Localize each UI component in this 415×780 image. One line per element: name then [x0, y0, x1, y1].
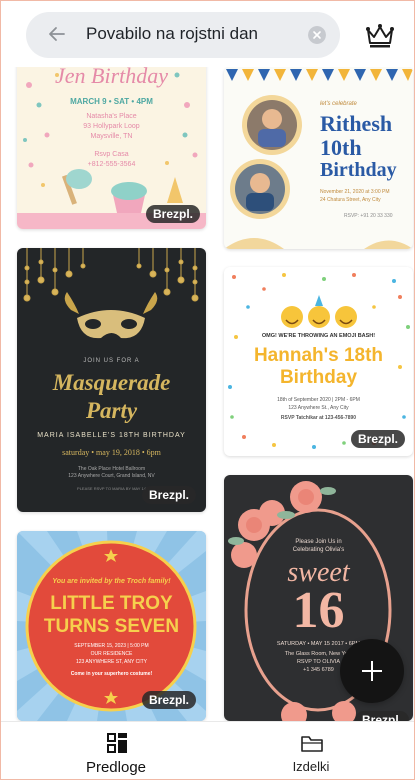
sweets-illustration	[17, 72, 206, 229]
card-kicker: Celebrating Olivia's	[292, 547, 345, 553]
card-date: SEPTEMBER 15, 2023 | 5:00 PM	[74, 643, 149, 649]
card-note: Come in your superhero costume!	[70, 671, 153, 677]
card-place: OUR RESIDENCE	[90, 651, 133, 657]
card-kicker: You are invited by the Troch family!	[52, 578, 171, 585]
card-sub: MARIA ISABELLE'S 18TH BIRTHDAY	[37, 432, 186, 439]
template-card-4[interactable]: OMG! WE'RE THROWING AN EMOJI BASH! Hanna…	[224, 267, 413, 456]
card-rsvp: RSVP Tatchikar at 123-456-7890	[280, 415, 357, 421]
search-header: Povabilo na rojstni dan	[1, 1, 414, 67]
card-place: 123 ANYWHERE ST, ANY CITY	[75, 659, 148, 665]
bottom-nav: Predloge Izdelki	[1, 721, 414, 779]
card-title: Masquerade	[52, 370, 171, 395]
plus-icon	[371, 661, 373, 681]
card-place: The Oak Place Hotel Ballroom	[77, 466, 146, 472]
free-badge: Brezpl.	[350, 430, 405, 448]
crown-icon[interactable]	[365, 23, 395, 49]
back-arrow-icon[interactable]	[46, 23, 68, 45]
add-design-button[interactable]	[340, 639, 404, 703]
free-badge: Brezpl.	[141, 691, 196, 709]
folder-icon	[301, 736, 323, 752]
card-title: Party	[85, 398, 138, 423]
templates-grid-icon	[107, 733, 127, 753]
template-card-1[interactable]: Jen Birthday MARCH 9 • SAT • 4PM Natasha…	[17, 45, 206, 229]
card-number: 16	[292, 582, 345, 639]
nav-templates-label: Predloge	[85, 759, 147, 776]
template-card-3[interactable]: JOIN US FOR A Masquerade Party MARIA ISA…	[17, 248, 206, 512]
free-badge: Brezpl.	[354, 711, 409, 721]
card-place: 123 Anywhere St., Any City	[288, 405, 349, 411]
card-title: Hannah's 18th	[253, 345, 384, 366]
card-line: 24 Chatura Street, Any City	[320, 197, 381, 203]
card-title: Birthday	[279, 367, 358, 388]
free-badge: Brezpl.	[141, 486, 196, 504]
template-card-5[interactable]: You are invited by the Troch family! LIT…	[17, 531, 206, 721]
app-frame: { "search": { "query": "Povabilo na rojs…	[0, 0, 415, 780]
card-kicker: JOIN US FOR A	[83, 358, 140, 364]
nav-designs-label: Izdelki	[292, 759, 330, 774]
card-date: saturday • may 19, 2018 • 6pm	[62, 448, 161, 457]
card-date: 18th of September 2020 | 2PM - 6PM	[277, 397, 360, 403]
search-input[interactable]: Povabilo na rojstni dan	[86, 24, 258, 44]
free-badge: Brezpl.	[145, 205, 200, 223]
nav-designs[interactable]: Izdelki	[208, 722, 414, 779]
template-card-2[interactable]: let's celebrate Rithesh 10th Birthday No…	[224, 67, 413, 249]
card-kicker: Please Join Us in	[295, 539, 342, 545]
card-title: 10th	[320, 135, 362, 160]
card-title: LITTLE TROY	[50, 593, 173, 614]
card-place: 123 Anywhere Court, Grand Island, NV	[68, 473, 155, 479]
search-bar[interactable]: Povabilo na rojstni dan	[26, 12, 340, 58]
card-title: Rithesh	[320, 111, 393, 136]
clear-icon[interactable]	[308, 26, 326, 44]
card-line: November 21, 2020 at 3:00 PM	[320, 189, 390, 195]
card-kicker: let's celebrate	[320, 101, 357, 107]
card-title: Birthday	[320, 159, 397, 181]
nav-templates[interactable]: Predloge	[13, 722, 219, 779]
card-kicker: OMG! WE'RE THROWING AN EMOJI BASH!	[261, 333, 376, 339]
card-title: TURNS SEVEN	[43, 616, 180, 637]
card-rsvp: RSVP: +91 20 33 330	[344, 213, 393, 219]
